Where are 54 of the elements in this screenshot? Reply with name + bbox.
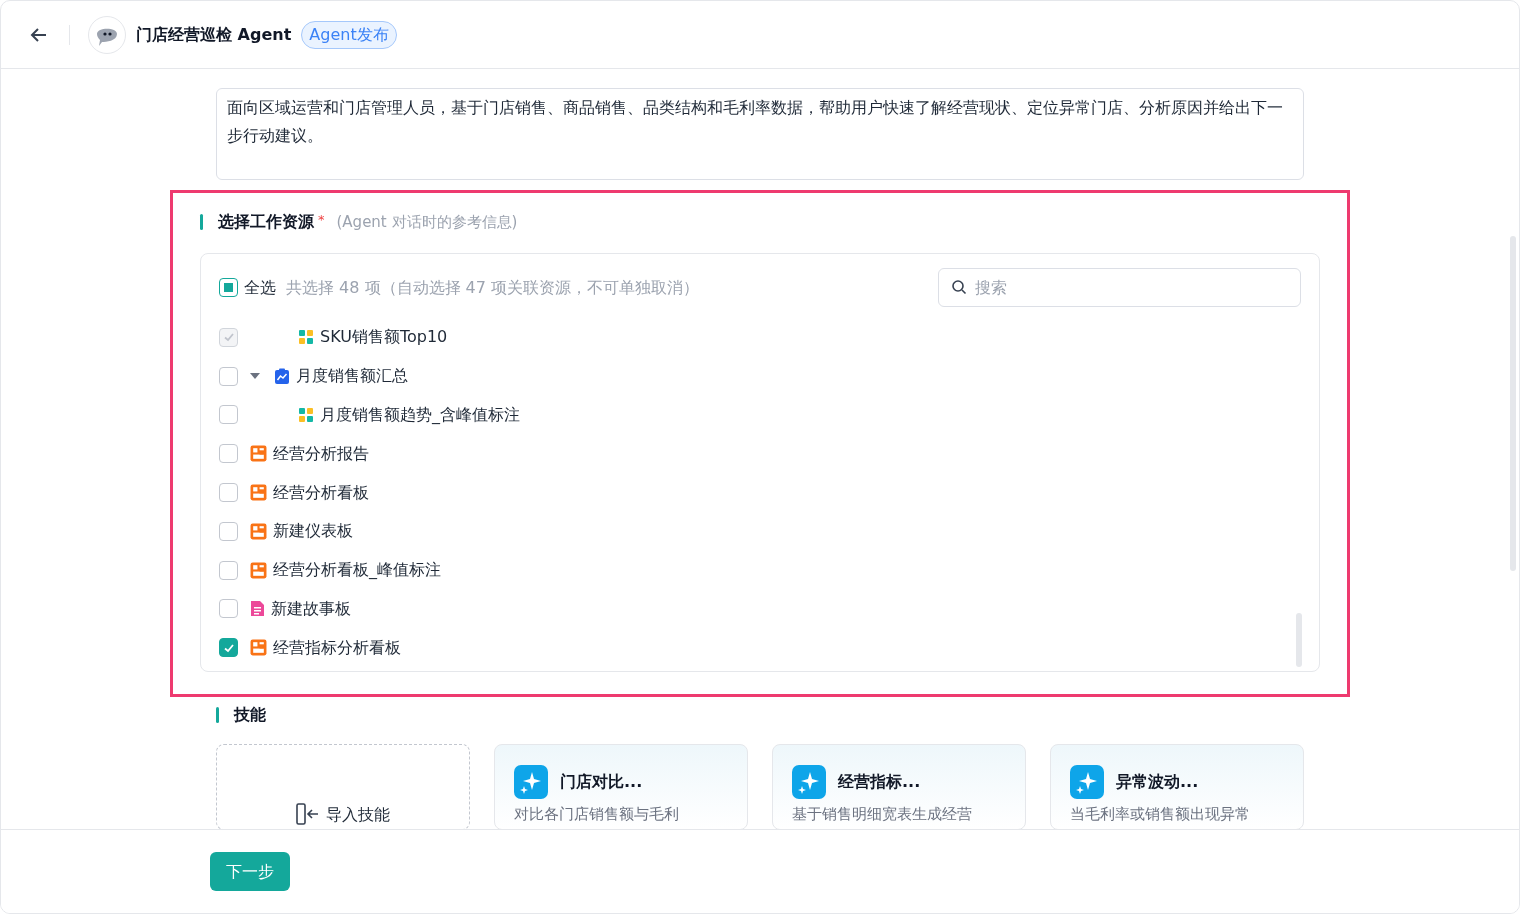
import-icon xyxy=(296,803,320,826)
dashboard-icon xyxy=(250,445,267,463)
caret-icon[interactable] xyxy=(250,373,260,380)
resource-name[interactable]: 经营分析看板 xyxy=(273,480,369,505)
section-hint: (Agent 对话时的参考信息) xyxy=(336,211,518,233)
section-title: 技能 xyxy=(234,704,266,727)
resource-name[interactable]: 经营指标分析看板 xyxy=(273,635,401,660)
skill-card[interactable]: 门店对比... 对比各门店销售额与毛利 xyxy=(494,744,748,829)
dashboard-icon xyxy=(250,522,267,540)
dashboard-icon xyxy=(250,639,267,657)
document-icon xyxy=(250,600,265,618)
resource-name[interactable]: 月度销售额趋势_含峰值标注 xyxy=(320,403,520,427)
skill-title: 经营指标... xyxy=(838,771,921,794)
skill-card[interactable]: 异常波动... 当毛利率或销售额出现异常 xyxy=(1050,744,1304,829)
page-scrollbar[interactable] xyxy=(1510,236,1516,571)
checkbox[interactable] xyxy=(219,483,238,503)
checkbox[interactable] xyxy=(219,444,238,464)
dashboard-icon xyxy=(250,561,267,579)
sparkle-icon xyxy=(514,765,548,800)
checkbox[interactable] xyxy=(219,638,238,658)
skill-description: 对比各门店销售额与毛利 xyxy=(514,804,680,826)
section-title: 选择工作资源 xyxy=(218,211,314,233)
skill-card[interactable]: 经营指标... 基于销售明细宽表生成经营 xyxy=(772,744,1026,829)
search-icon xyxy=(951,279,967,295)
resource-name[interactable]: 新建故事板 xyxy=(271,596,351,621)
skill-description: 当毛利率或销售额出现异常 xyxy=(1070,804,1251,826)
select-all-label[interactable]: 全选 xyxy=(244,275,276,300)
required-asterisk: * xyxy=(318,211,325,229)
checkbox[interactable] xyxy=(219,405,238,425)
sparkle-icon xyxy=(792,765,826,800)
agent-title: 门店经营巡检 Agent xyxy=(136,23,292,46)
checkbox[interactable] xyxy=(219,521,238,541)
scrollbar[interactable] xyxy=(1296,613,1302,668)
check-icon xyxy=(222,331,235,344)
chart-clipboard-icon xyxy=(274,368,290,385)
selection-summary: 共选择 48 项（自动选择 47 项关联资源，不可单独取消） xyxy=(286,276,700,299)
resource-name[interactable]: 月度销售额汇总 xyxy=(296,364,408,389)
resource-name[interactable]: 新建仪表板 xyxy=(273,519,353,544)
resource-name[interactable]: 经营分析报告 xyxy=(273,441,369,466)
description-field[interactable]: 面向区域运营和门店管理人员，基于门店销售、商品销售、品类结构和毛利率数据，帮助用户快速了解经营现状、定位异常门店、分析原因并给出下一步行动建议。 xyxy=(216,88,1304,180)
skill-title: 门店对比... xyxy=(560,771,643,794)
skill-description: 基于销售明细宽表生成经营 xyxy=(792,804,973,826)
sparkle-icon xyxy=(1070,765,1104,800)
status-badge: Agent发布 xyxy=(301,20,397,49)
puzzle-icon xyxy=(298,407,314,423)
search-field[interactable]: 搜索 xyxy=(938,268,1301,307)
dashboard-icon xyxy=(250,484,267,502)
checkbox[interactable] xyxy=(219,366,238,386)
resource-name[interactable]: 经营分析看板_峰值标注 xyxy=(273,558,441,583)
select-all-checkbox[interactable] xyxy=(219,278,238,297)
puzzle-icon xyxy=(298,329,314,346)
checkbox[interactable] xyxy=(219,560,238,580)
skill-title: 异常波动... xyxy=(1116,771,1199,794)
checkbox[interactable] xyxy=(219,599,238,619)
